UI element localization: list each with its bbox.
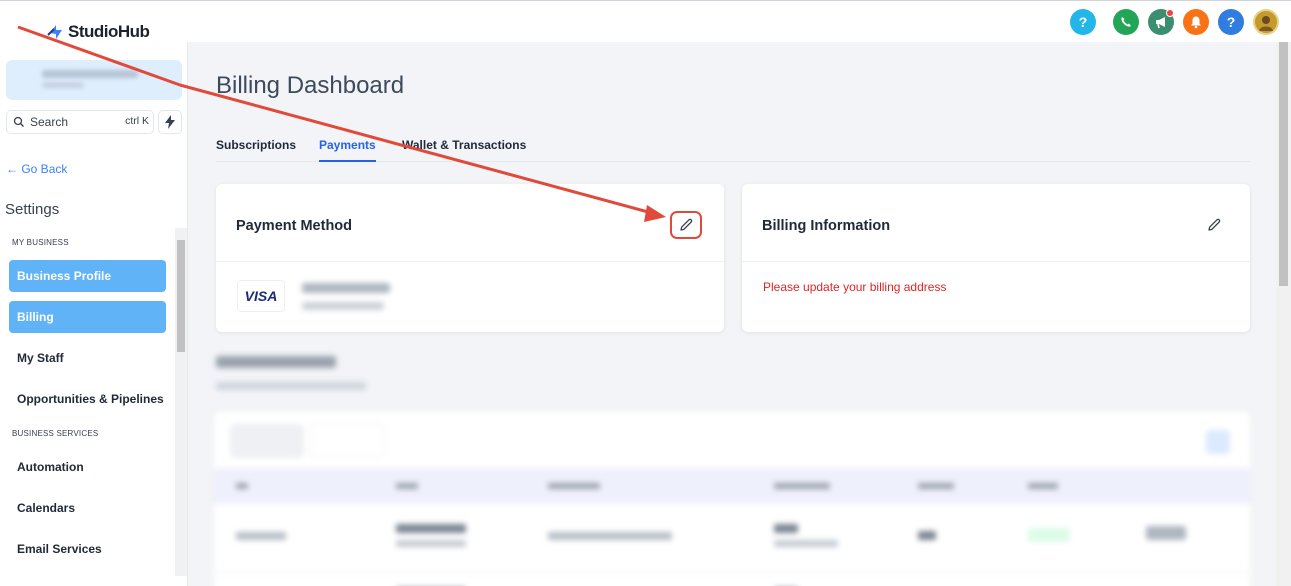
top-icons: ? ? <box>1070 9 1279 35</box>
search-shortcut: ctrl K <box>125 115 149 127</box>
sidebar-item-billing[interactable]: Billing <box>9 301 166 333</box>
logo-mark-icon <box>46 22 66 42</box>
search-icon <box>13 116 24 127</box>
account-location-blurred <box>42 82 84 88</box>
pencil-icon <box>1208 218 1221 231</box>
section-label-business-services: BUSINESS SERVICES <box>12 429 99 438</box>
refresh-icon[interactable] <box>1206 430 1230 454</box>
top-bar: StudioHub ? ? <box>0 0 1291 42</box>
history-toggle-blurred[interactable] <box>230 424 304 458</box>
account-switcher[interactable] <box>6 60 182 100</box>
edit-billing-information-button[interactable] <box>1198 211 1230 239</box>
edit-payment-method-button[interactable] <box>670 211 702 239</box>
visa-logo: VISA <box>237 280 285 312</box>
billing-information-title: Billing Information <box>762 218 891 234</box>
history-toggle-blurred[interactable] <box>310 424 384 458</box>
page-scrollbar[interactable] <box>1276 42 1291 586</box>
go-back-link[interactable]: ← Go Back <box>6 162 67 176</box>
history-table <box>214 412 1250 586</box>
tab-payments[interactable]: Payments <box>319 138 376 162</box>
sidebar-item-opportunities[interactable]: Opportunities & Pipelines <box>9 383 166 415</box>
megaphone-icon[interactable] <box>1148 9 1174 35</box>
sidebar-item-calendars[interactable]: Calendars <box>9 492 166 524</box>
payment-method-title: Payment Method <box>236 218 353 234</box>
sidebar-item-business-profile[interactable]: Business Profile <box>9 260 166 292</box>
notification-dot <box>1166 9 1174 17</box>
sidebar-scrollbar[interactable] <box>175 228 187 576</box>
tab-subscriptions[interactable]: Subscriptions <box>216 138 296 162</box>
sidebar-item-my-staff[interactable]: My Staff <box>9 342 166 374</box>
section-label-my-business: MY BUSINESS <box>12 238 69 247</box>
table-header <box>214 468 1250 504</box>
page-title: Billing Dashboard <box>216 72 405 99</box>
pencil-icon <box>680 218 693 231</box>
help-icon[interactable]: ? <box>1070 9 1096 35</box>
quick-actions-button[interactable] <box>158 110 182 134</box>
logo[interactable]: StudioHub <box>46 22 150 42</box>
sidebar-scroll-thumb[interactable] <box>177 240 185 352</box>
search-label: Search <box>30 115 69 129</box>
payment-method-card: Payment Method VISA <box>216 184 724 332</box>
card-number-blurred <box>302 283 390 293</box>
main-content: Billing Dashboard Subscriptions Payments… <box>189 42 1276 586</box>
search-input[interactable]: Search ctrl K <box>6 110 154 134</box>
tab-wallet-transactions[interactable]: Wallet & Transactions <box>402 138 526 162</box>
bolt-icon <box>165 115 175 129</box>
billing-information-card: Billing Information Please update your b… <box>742 184 1250 332</box>
page-scroll-thumb[interactable] <box>1279 42 1288 286</box>
sidebar: Search ctrl K ← Go Back Settings MY BUSI… <box>0 42 188 586</box>
sidebar-item-email-services[interactable]: Email Services <box>9 533 166 565</box>
help-icon[interactable]: ? <box>1218 9 1244 35</box>
phone-icon[interactable] <box>1113 9 1139 35</box>
avatar[interactable] <box>1253 9 1279 35</box>
sidebar-item-automation[interactable]: Automation <box>9 451 166 483</box>
brand-name: StudioHub <box>68 22 150 41</box>
go-back-label: Go Back <box>21 162 68 176</box>
billing-tabs: Subscriptions Payments Wallet & Transact… <box>216 138 1250 162</box>
settings-title: Settings <box>5 201 60 218</box>
account-name-blurred <box>42 70 138 78</box>
history-title-blurred <box>216 356 336 368</box>
bell-icon[interactable] <box>1183 9 1209 35</box>
arrow-left-icon: ← <box>6 162 22 176</box>
billing-address-warning: Please update your billing address <box>763 280 947 294</box>
card-expiry-blurred <box>302 302 384 310</box>
history-subtitle-blurred <box>216 382 366 390</box>
settings-nav: MY BUSINESS Business Profile Billing My … <box>0 228 174 586</box>
